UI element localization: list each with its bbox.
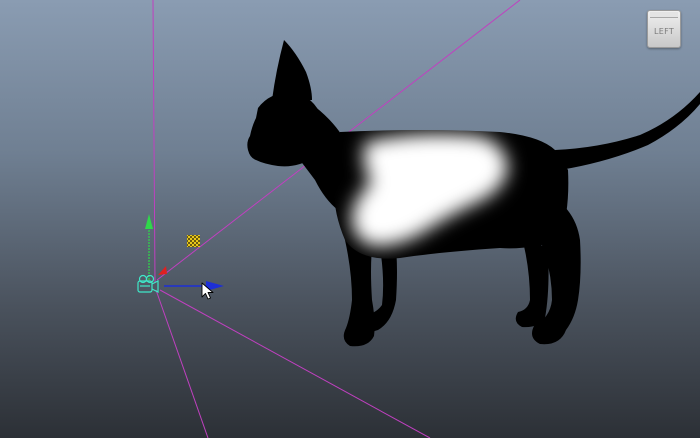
cat-tail [555, 92, 700, 170]
manipulator-z-axis[interactable] [164, 281, 224, 291]
cat-model[interactable] [247, 40, 700, 347]
frustum-line-vertical [152, 0, 156, 283]
view-cube-label: LEFT [653, 27, 675, 36]
cat-head [247, 92, 323, 167]
y-axis-arrow-icon[interactable] [145, 214, 153, 229]
view-cube-top-face[interactable] [650, 12, 678, 18]
pivot-handle[interactable] [187, 235, 200, 247]
manipulator-y-axis[interactable] [145, 214, 153, 280]
view-cube[interactable]: LEFT [647, 10, 681, 48]
cat-ear [272, 40, 312, 100]
x-axis-arrow-icon[interactable] [158, 266, 167, 275]
maya-left-viewport[interactable]: LEFT [0, 0, 700, 438]
scene-canvas[interactable] [0, 0, 700, 438]
